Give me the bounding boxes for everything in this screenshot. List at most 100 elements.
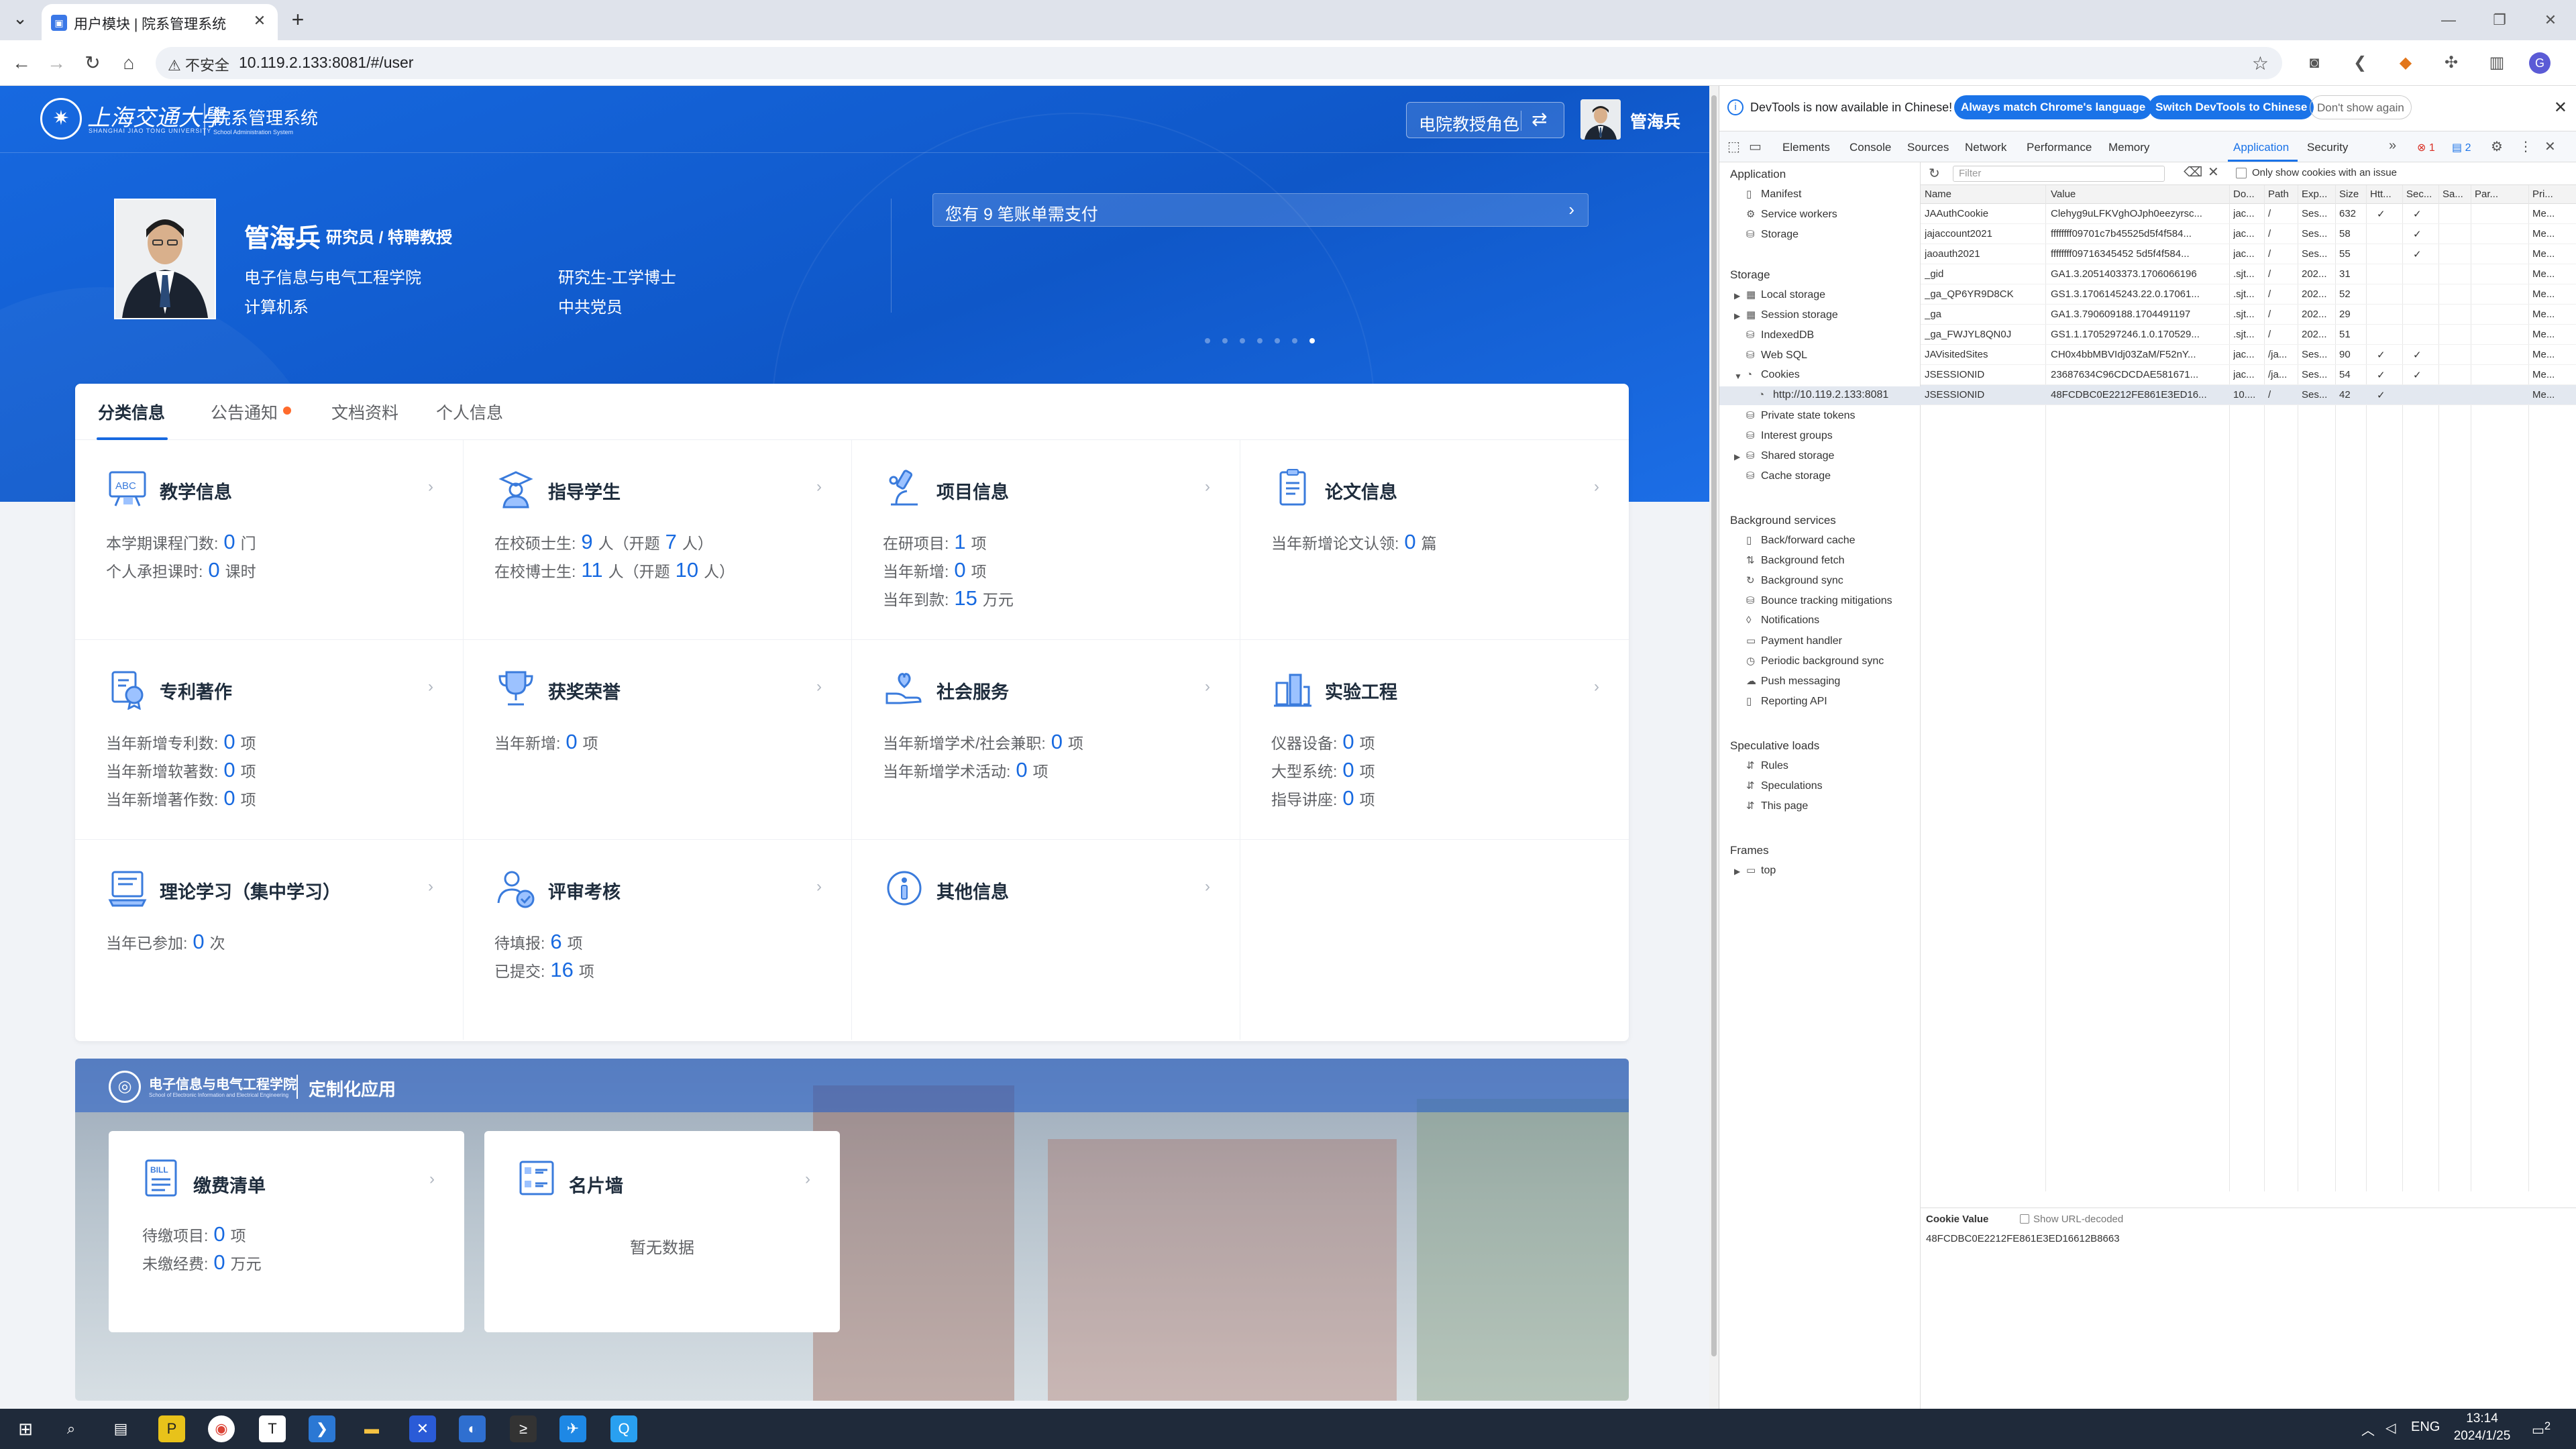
col-size[interactable]: Size — [2339, 189, 2359, 200]
col-partition[interactable]: Par... — [2475, 189, 2498, 200]
app-icon-feather[interactable]: ✈ — [559, 1415, 586, 1442]
omnibox[interactable]: ⚠ 不安全 10.119.2.133:8081/#/user ☆ — [156, 47, 2282, 79]
carousel-dot[interactable] — [1240, 338, 1245, 343]
back-icon[interactable]: ← — [8, 50, 35, 76]
app-icon-circle[interactable]: ◐ — [459, 1415, 486, 1442]
category-card-lab[interactable]: 实验工程 › 仪器设备: 0 项 大型系统: 0 项 指导讲座: 0 项 — [1240, 640, 1629, 840]
cookie-row[interactable]: JSESSIONID 48FCDBC0E2212FE861E3ED16... 10.… — [1921, 385, 2576, 405]
app-card-business-cards[interactable]: 名片墙 › 暂无数据 — [484, 1131, 840, 1332]
sidebar-item-interest-groups[interactable]: ⛁ Interest groups — [1746, 429, 1833, 442]
sidebar-icon[interactable]: ▥ — [2483, 50, 2510, 76]
menu-kebab-icon[interactable]: ⋮ — [2569, 50, 2576, 76]
cookie-row[interactable]: _ga GA1.3.790609188.1704491197 .sjt... / 202… — [1921, 305, 2576, 325]
home-icon[interactable]: ⌂ — [115, 50, 142, 76]
clock-time[interactable]: 13:14 — [2449, 1411, 2516, 1426]
sidebar-item-session-storage[interactable]: ▦ Session storage — [1746, 309, 1838, 321]
devtools-menu-icon[interactable]: ⋮ — [2519, 138, 2532, 155]
window-close-icon[interactable]: ✕ — [2525, 0, 2576, 40]
cookie-row[interactable]: _gid GA1.3.2051403373.1706066196 .sjt... / 2… — [1921, 264, 2576, 284]
sidebar-item-push-messaging[interactable]: ☁ Push messaging — [1746, 675, 1840, 688]
category-card-other[interactable]: 其他信息 › — [852, 840, 1240, 1040]
col-expires[interactable]: Exp... — [2302, 189, 2327, 200]
more-tabs-icon[interactable]: » — [2389, 138, 2396, 154]
col-value[interactable]: Value — [2051, 189, 2076, 200]
chrome-icon[interactable]: ◉ — [208, 1415, 235, 1442]
app-icon-x[interactable]: ✕ — [409, 1415, 436, 1442]
sidebar-item-storage[interactable]: ⛁ Storage — [1746, 228, 1799, 241]
clear-all-icon[interactable]: ✕ — [2208, 164, 2219, 180]
sidebar-item-bounce-tracking[interactable]: ⛁ Bounce tracking mitigations — [1746, 594, 1892, 607]
dont-show-again-button[interactable]: Don't show again — [2310, 95, 2412, 119]
screenshot-icon[interactable]: ◙ — [2301, 50, 2328, 76]
tab-announcements[interactable]: 公告通知 — [211, 400, 278, 424]
tab-sources[interactable]: Sources — [1907, 141, 1949, 154]
search-icon[interactable]: ⌕ — [58, 1415, 85, 1442]
translate-icon[interactable]: ❮ — [2347, 50, 2373, 76]
tab-close-icon[interactable]: ✕ — [250, 11, 270, 31]
sidebar-item-bg-sync[interactable]: ↻ Background sync — [1746, 574, 1843, 587]
col-priority[interactable]: Pri... — [2532, 189, 2553, 200]
carousel-dot[interactable] — [1257, 338, 1263, 343]
sidebar-item-local-storage[interactable]: ▦ Local storage — [1746, 288, 1825, 301]
user-avatar[interactable] — [1580, 99, 1621, 140]
sidebar-item-bg-fetch[interactable]: ⇅ Background fetch — [1746, 554, 1845, 567]
category-card-review[interactable]: 评审考核 › 待填报: 6 项 已提交: 16 项 — [464, 840, 852, 1040]
device-toolbar-icon[interactable]: ▭ — [1749, 138, 1762, 155]
expand-arrow-icon[interactable]: ▶ — [1734, 311, 1740, 321]
sidebar-item-websql[interactable]: ⛁ Web SQL — [1746, 349, 1807, 362]
cookie-filter-input[interactable]: Filter — [1953, 166, 2165, 182]
sidebar-item-top-frame[interactable]: ▭ top — [1746, 864, 1776, 877]
user-name[interactable]: 管海兵 — [1630, 109, 1680, 133]
expand-arrow-icon[interactable]: ▶ — [1734, 452, 1740, 462]
sidebar-item-periodic-sync[interactable]: ◷ Periodic background sync — [1746, 655, 1884, 667]
error-count-badge[interactable]: ⊗ 1 — [2417, 141, 2435, 154]
expand-arrow-icon[interactable]: ▶ — [1734, 867, 1740, 876]
tab-performance[interactable]: Performance — [2027, 141, 2092, 154]
tab-category-info[interactable]: 分类信息 — [98, 400, 165, 424]
sidebar-item-shared-storage[interactable]: ⛁ Shared storage — [1746, 449, 1834, 462]
sidebar-item-this-page[interactable]: ⇵ This page — [1746, 800, 1808, 812]
tray-chevron-icon[interactable]: ︿ — [2361, 1419, 2375, 1439]
cookie-row[interactable]: JSESSIONID 23687634C96CDCDAE581671... jac.… — [1921, 365, 2576, 385]
sidebar-item-indexeddb[interactable]: ⛁ IndexedDB — [1746, 329, 1814, 341]
clock-date[interactable]: 2024/1/25 — [2449, 1429, 2516, 1444]
profile-avatar-icon[interactable]: G — [2529, 52, 2551, 74]
collapse-arrow-icon[interactable]: ▼ — [1734, 372, 1742, 381]
sidebar-item-notifications[interactable]: ◊ Notifications — [1746, 614, 1819, 627]
tab-security[interactable]: Security — [2307, 141, 2348, 154]
category-card-theory[interactable]: 理论学习（集中学习） › 当年已参加: 0 次 — [75, 840, 464, 1040]
only-issue-checkbox[interactable] — [2236, 168, 2247, 178]
start-windows-icon[interactable]: ⊞ — [12, 1415, 39, 1442]
app-card-bill[interactable]: BILL 缴费清单 › 待缴项目: 0 项 未缴经费: 0 万元 — [109, 1131, 464, 1332]
inspect-element-icon[interactable]: ⬚ — [1727, 138, 1740, 155]
page-scrollbar[interactable] — [1709, 86, 1719, 1409]
sidebar-item-speculations[interactable]: ⇵ Speculations — [1746, 780, 1823, 792]
terminal-icon[interactable]: ≥ — [510, 1415, 537, 1442]
devtools-close-icon[interactable]: ✕ — [2544, 138, 2556, 155]
settings-gear-icon[interactable]: ⚙ — [2491, 138, 2503, 155]
tab-documents[interactable]: 文档资料 — [331, 400, 398, 424]
sidebar-item-rules[interactable]: ⇵ Rules — [1746, 759, 1788, 772]
cookie-row[interactable]: jaoauth2021 ffffffff09716345452 5d5f4f584… — [1921, 244, 2576, 264]
tab-memory[interactable]: Memory — [2108, 141, 2149, 154]
tab-personal-info[interactable]: 个人信息 — [436, 400, 503, 424]
sidebar-item-manifest[interactable]: ▯ Manifest — [1746, 188, 1801, 201]
switch-chinese-button[interactable]: Switch DevTools to Chinese — [2149, 95, 2314, 119]
col-httponly[interactable]: Htt... — [2370, 189, 2392, 200]
app-icon-q[interactable]: Q — [610, 1415, 637, 1442]
url-text[interactable]: 10.119.2.133:8081/#/user — [239, 54, 413, 72]
category-card-awards[interactable]: 获奖荣誉 › 当年新增: 0 项 — [464, 640, 852, 840]
cookie-row[interactable]: JAAuthCookie Clehyg9uLFKVghOJph0eezyrsc..… — [1921, 204, 2576, 224]
match-language-button[interactable]: Always match Chrome's language — [1954, 95, 2153, 119]
cookie-row[interactable]: jajaccount2021 ffffffff09701c7b45525d5f4f… — [1921, 224, 2576, 244]
category-card-students[interactable]: 指导学生 › 在校硕士生: 9 人（开题 7 人） 在校博士生: 11 人（开题 10 人） — [464, 440, 852, 640]
cookie-row[interactable]: _ga_QP6YR9D8CK GS1.3.1706145243.22.0.1706… — [1921, 284, 2576, 305]
tab-console[interactable]: Console — [1849, 141, 1891, 154]
sidebar-item-cache-storage[interactable]: ⛁ Cache storage — [1746, 470, 1831, 482]
show-decoded-checkbox[interactable] — [2020, 1214, 2029, 1224]
sidebar-item-cookie-origin[interactable]: ◔ http://10.119.2.133:8081 — [1758, 389, 1888, 401]
bill-notice-bar[interactable]: 您有 9 笔账单需支付 › — [932, 193, 1589, 227]
category-card-patents[interactable]: 专利著作 › 当年新增专利数: 0 项 当年新增软著数: 0 项 当年新增著作数: 0 项 — [75, 640, 464, 840]
sidebar-item-private-state-tokens[interactable]: ⛁ Private state tokens — [1746, 409, 1856, 422]
carousel-dot[interactable] — [1292, 338, 1297, 343]
